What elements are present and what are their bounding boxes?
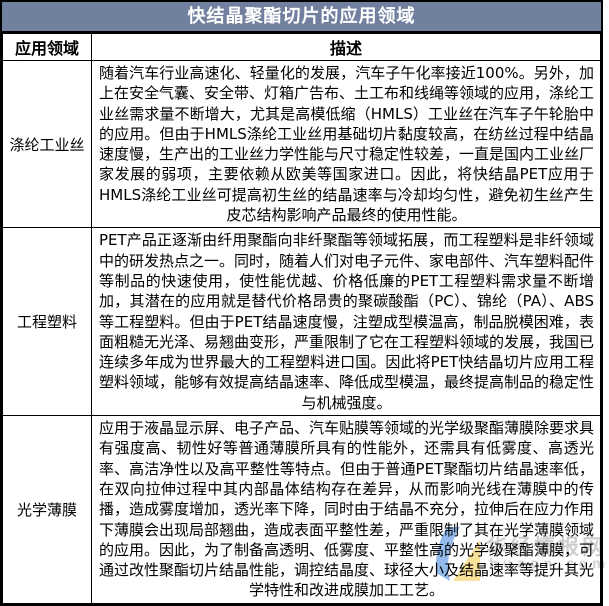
table-row: 涤纶工业丝 随着汽车行业高速化、轻量化的发展，汽车子午化率接近100%。另外，加… bbox=[3, 61, 601, 228]
data-table: 应用领域 描述 涤纶工业丝 随着汽车行业高速化、轻量化的发展，汽车子午化率接近1… bbox=[2, 33, 601, 604]
row-description: 随着汽车行业高速化、轻量化的发展，汽车子午化率接近100%。另外，加上在安全气囊… bbox=[92, 61, 601, 228]
row-description: 应用于液晶显示屏、电子产品、汽车贴膜等领域的光学级聚酯薄膜除要求具有强度高、韧性… bbox=[92, 416, 601, 604]
table-row: 光学薄膜 应用于液晶显示屏、电子产品、汽车贴膜等领域的光学级聚酯薄膜除要求具有强… bbox=[3, 416, 601, 604]
application-table: 快结晶聚酯切片的应用领域 应用领域 描述 涤纶工业丝 随着汽车行业高速化、轻量化… bbox=[0, 0, 603, 606]
row-field-label: 涤纶工业丝 bbox=[3, 61, 92, 228]
row-field-label: 光学薄膜 bbox=[3, 416, 92, 604]
header-row: 应用领域 描述 bbox=[3, 34, 601, 61]
column-header-description: 描述 bbox=[92, 34, 601, 61]
row-description: PET产品正逐渐由纤用聚酯向非纤聚酯等领域拓展，而工程塑料是非纤领域中的研发热点… bbox=[92, 228, 601, 416]
column-header-field: 应用领域 bbox=[3, 34, 92, 61]
table-row: 工程塑料 PET产品正逐渐由纤用聚酯向非纤聚酯等领域拓展，而工程塑料是非纤领域中… bbox=[3, 228, 601, 416]
row-field-label: 工程塑料 bbox=[3, 228, 92, 416]
table-title: 快结晶聚酯切片的应用领域 bbox=[2, 2, 601, 33]
